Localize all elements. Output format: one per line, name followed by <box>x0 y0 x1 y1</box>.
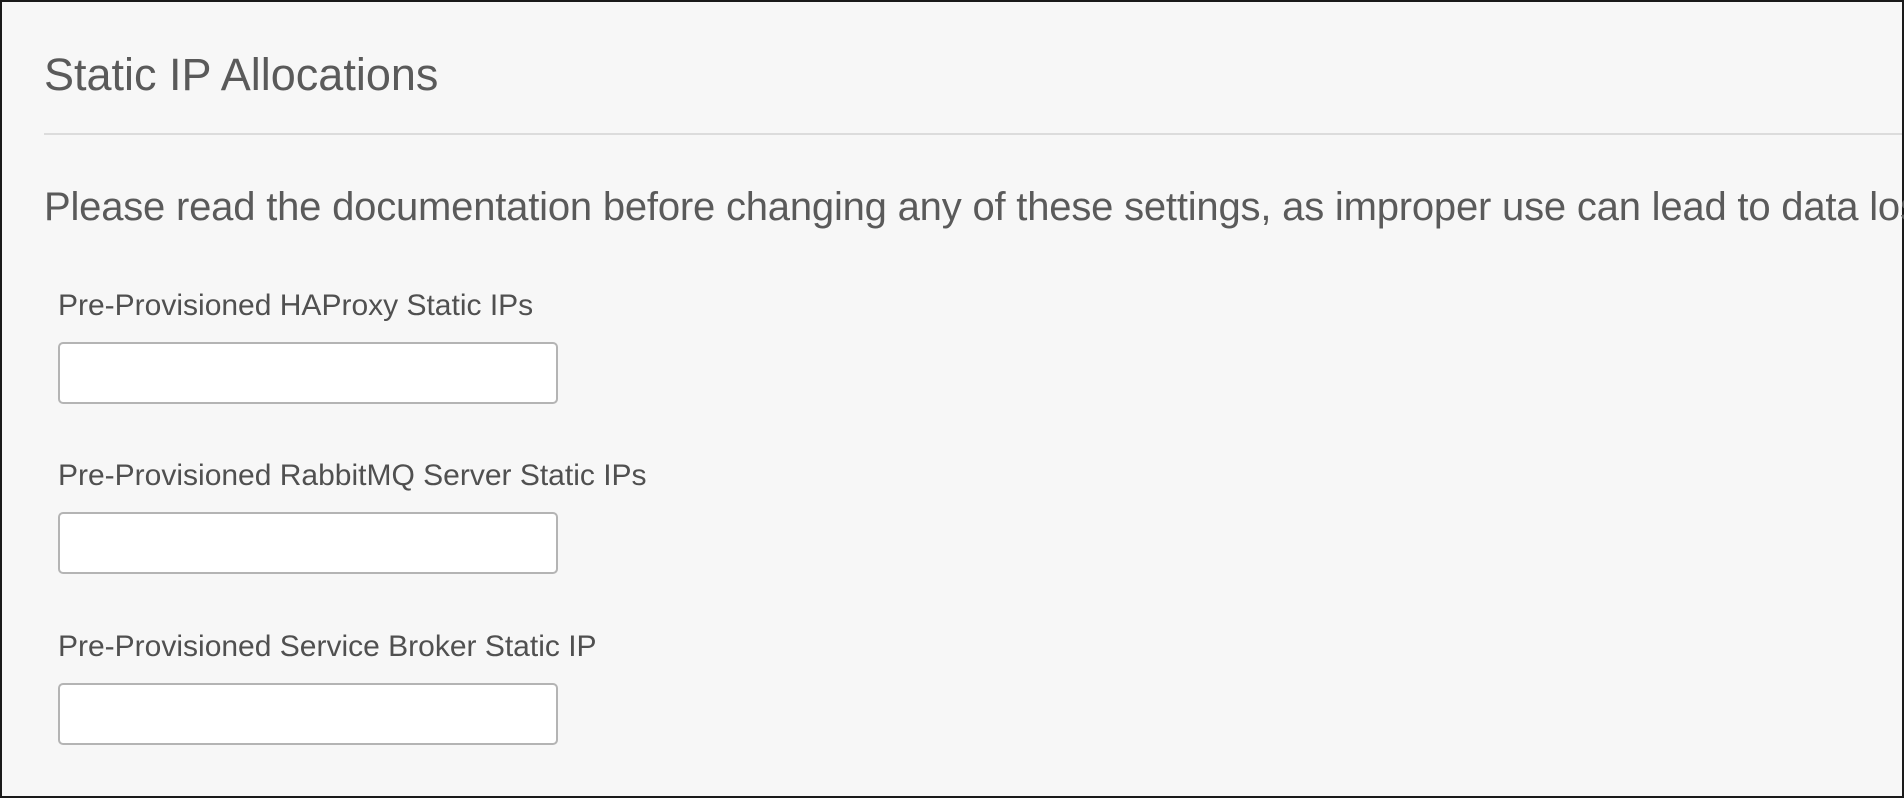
haproxy-static-ips-field: Pre-Provisioned HAProxy Static IPs <box>58 289 558 404</box>
service-broker-static-ip-label: Pre-Provisioned Service Broker Static IP <box>58 630 597 663</box>
haproxy-static-ips-input[interactable] <box>58 342 558 404</box>
haproxy-static-ips-label: Pre-Provisioned HAProxy Static IPs <box>58 289 534 322</box>
rabbitmq-server-static-ips-field: Pre-Provisioned RabbitMQ Server Static I… <box>58 459 647 574</box>
static-ip-allocations-panel: Static IP Allocations Please read the do… <box>0 0 1904 798</box>
warning-message: Please read the documentation before cha… <box>44 185 1904 229</box>
page-title: Static IP Allocations <box>44 49 439 100</box>
service-broker-static-ip-input[interactable] <box>58 683 558 745</box>
service-broker-static-ip-field: Pre-Provisioned Service Broker Static IP <box>58 630 597 745</box>
title-divider <box>44 133 1902 135</box>
rabbitmq-server-static-ips-label: Pre-Provisioned RabbitMQ Server Static I… <box>58 459 647 492</box>
rabbitmq-server-static-ips-input[interactable] <box>58 512 558 574</box>
